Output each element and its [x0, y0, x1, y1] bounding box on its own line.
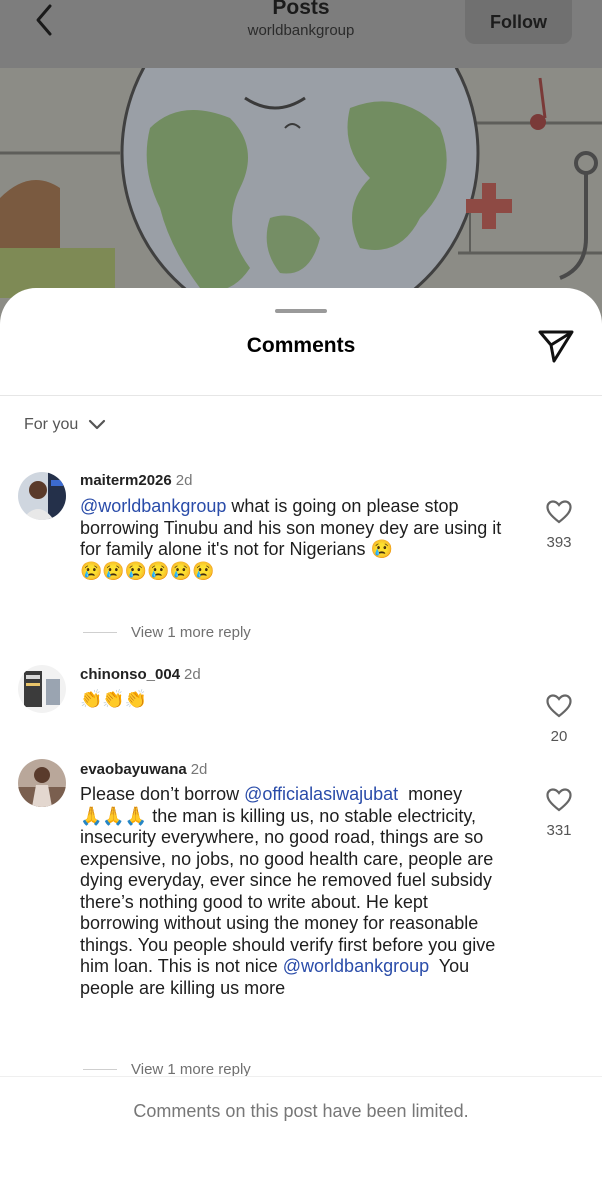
comment-time: 2d — [184, 666, 201, 683]
like-count: 331 — [546, 822, 572, 839]
follow-button[interactable]: Follow — [465, 0, 572, 44]
comment-body: money 🙏🙏🙏 the man is killing us, no stab… — [80, 784, 496, 976]
comment-text: @worldbankgroup what is going on please … — [80, 496, 510, 582]
avatar[interactable] — [18, 665, 66, 713]
chevron-down-icon — [89, 419, 106, 430]
comments-title: Comments — [246, 334, 356, 357]
comment-time: 2d — [190, 761, 208, 778]
top-bar: Posts worldbankgroup Follow — [0, 0, 602, 68]
like-count: 20 — [550, 728, 568, 745]
comment-time: 2d — [175, 472, 193, 489]
view-replies-link[interactable]: View 1 more reply — [83, 624, 251, 641]
sort-label: For you — [24, 416, 79, 433]
comments-limited-notice: Comments on this post have been limited. — [133, 1101, 469, 1121]
comment-username[interactable]: evaobayuwana 2d — [80, 761, 207, 778]
mention-link[interactable]: @officialasiwajubat — [244, 784, 398, 804]
reply-line — [83, 632, 117, 633]
comment-text: 👏👏👏 — [80, 689, 148, 709]
username[interactable]: maiterm2026 — [80, 472, 172, 489]
like-button[interactable]: 393 — [539, 500, 579, 551]
comment-body: Please don’t borrow — [80, 784, 245, 804]
like-count: 393 — [546, 534, 572, 551]
view-replies-label: View 1 more reply — [131, 624, 251, 641]
like-button[interactable]: 20 — [539, 694, 579, 745]
mention-link[interactable]: @worldbankgroup — [80, 496, 226, 516]
avatar[interactable] — [18, 472, 66, 520]
like-button[interactable]: 331 — [539, 788, 579, 839]
avatar[interactable] — [18, 759, 66, 807]
reply-line — [83, 1069, 117, 1070]
comment-username[interactable]: maiterm2026 2d — [80, 472, 192, 489]
heart-icon — [546, 694, 572, 718]
username[interactable]: chinonso_004 — [80, 666, 180, 683]
divider — [0, 395, 602, 396]
heart-icon — [546, 500, 572, 524]
heart-icon — [546, 788, 572, 812]
share-send-icon[interactable] — [537, 328, 575, 364]
username[interactable]: evaobayuwana — [80, 761, 187, 778]
comment-username[interactable]: chinonso_004 2d — [80, 666, 201, 683]
drag-handle[interactable] — [275, 309, 327, 313]
mention-link[interactable]: @worldbankgroup — [283, 956, 429, 976]
comment-text: Please don’t borrow @officialasiwajubat … — [80, 784, 508, 999]
comments-limited-footer: Comments on this post have been limited. — [0, 1076, 602, 1200]
sort-dropdown[interactable]: For you — [24, 416, 106, 434]
